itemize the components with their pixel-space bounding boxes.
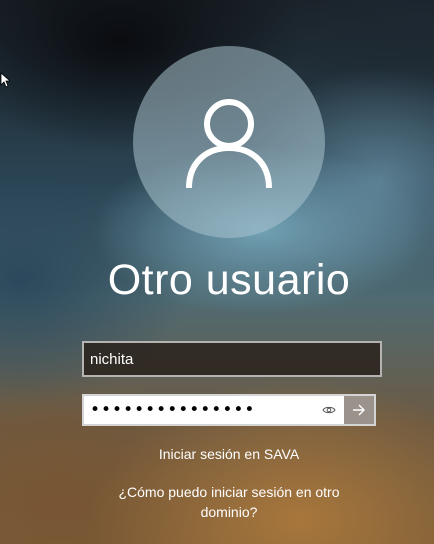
username-field[interactable]	[82, 341, 382, 377]
login-screen: Otro usuario Iniciar sesión en SAVA ¿Cóm…	[0, 0, 434, 544]
submit-button[interactable]	[344, 396, 374, 424]
eye-icon	[322, 406, 336, 414]
user-silhouette-icon	[186, 99, 272, 189]
user-title: Otro usuario	[107, 256, 351, 304]
password-field[interactable]	[84, 396, 314, 424]
other-domain-help-link[interactable]: ¿Cómo puedo iniciar sesión en otro domin…	[110, 482, 348, 522]
sign-in-domain-link[interactable]: Iniciar sesión en SAVA	[0, 446, 434, 462]
password-box	[82, 394, 376, 426]
mouse-pointer-icon	[0, 72, 10, 88]
user-avatar	[133, 46, 325, 238]
reveal-password-button[interactable]	[314, 396, 344, 424]
arrow-right-icon	[353, 404, 365, 416]
